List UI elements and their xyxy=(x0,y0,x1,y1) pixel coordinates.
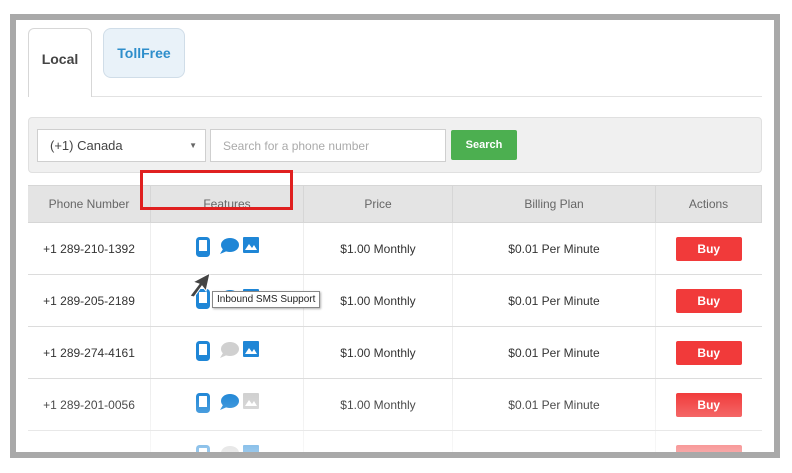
country-select-value: (+1) Canada xyxy=(50,138,123,153)
country-select[interactable]: (+1) Canada ▼ xyxy=(37,129,206,162)
sms-bubble-icon[interactable] xyxy=(219,341,239,359)
tab-local[interactable]: Local xyxy=(28,28,92,97)
phone-icon[interactable] xyxy=(195,445,211,452)
features-cell xyxy=(150,378,304,431)
phone-number-cell: +1 289-274-4161 xyxy=(28,326,151,379)
search-button[interactable]: Search xyxy=(451,130,517,160)
table-row: +1 289-201-0056 $1.00 Monthly $0.01 Per Mi… xyxy=(28,378,762,431)
billing-plan-cell: $0.01 Per Minute xyxy=(452,378,656,431)
sms-bubble-icon[interactable] xyxy=(219,237,239,255)
actions-cell: Buy xyxy=(655,222,762,275)
phone-number-cell: +1 289-274-4165 xyxy=(28,430,151,452)
phone-number-cell: +1 289-210-1392 xyxy=(28,222,151,275)
table-row: +1 289-274-4165 $1.00 Monthly $0.01 Per Mi… xyxy=(28,430,762,452)
features-cell xyxy=(150,222,304,275)
table-row: +1 289-210-1392 $1.00 Monthly $0.01 Per Mi… xyxy=(28,222,762,275)
image-icon[interactable] xyxy=(243,237,259,255)
table-row: +1 289-274-4161 $1.00 Monthly $0.01 Per Mi… xyxy=(28,326,762,379)
features-cell xyxy=(150,430,304,452)
image-icon[interactable] xyxy=(243,341,259,359)
image-icon[interactable] xyxy=(243,393,259,411)
feature-icons xyxy=(195,341,259,361)
feature-icons xyxy=(195,445,259,452)
phone-number-cell: +1 289-201-0056 xyxy=(28,378,151,431)
buy-button[interactable]: Buy xyxy=(675,392,742,417)
price-cell: $1.00 Monthly xyxy=(303,430,453,452)
header-actions: Actions xyxy=(655,185,762,223)
feature-icons xyxy=(195,393,259,413)
header-billing-plan: Billing Plan xyxy=(452,185,656,223)
numbers-table: Phone Number Features Price Billing Plan… xyxy=(28,185,762,452)
phone-icon[interactable] xyxy=(195,237,211,257)
phone-icon[interactable] xyxy=(195,341,211,361)
feature-icons xyxy=(195,237,259,257)
billing-plan-cell: $0.01 Per Minute xyxy=(452,274,656,327)
billing-plan-cell: $0.01 Per Minute xyxy=(452,222,656,275)
header-features: Features xyxy=(150,185,304,223)
billing-plan-cell: $0.01 Per Minute xyxy=(452,430,656,452)
sms-tooltip: Inbound SMS Support xyxy=(212,291,321,308)
table-row: +1 289-205-2189 $1.00 Monthly $0.01 Per Mi… xyxy=(28,274,762,327)
actions-cell: Buy xyxy=(655,326,762,379)
price-cell: $1.00 Monthly xyxy=(303,222,453,275)
buy-button[interactable]: Buy xyxy=(675,236,742,261)
mouse-cursor-icon xyxy=(189,272,211,298)
price-cell: $1.00 Monthly xyxy=(303,326,453,379)
tab-tollfree[interactable]: TollFree xyxy=(103,28,185,78)
chevron-down-icon: ▼ xyxy=(189,141,197,150)
actions-cell: Buy xyxy=(655,378,762,431)
phone-number-cell: +1 289-205-2189 xyxy=(28,274,151,327)
features-cell xyxy=(150,326,304,379)
billing-plan-cell: $0.01 Per Minute xyxy=(452,326,656,379)
phone-icon[interactable] xyxy=(195,393,211,413)
actions-cell: Buy xyxy=(655,430,762,452)
price-cell: $1.00 Monthly xyxy=(303,274,453,327)
table-header-row: Phone Number Features Price Billing Plan… xyxy=(28,185,762,223)
buy-button[interactable]: Buy xyxy=(675,288,742,313)
search-input[interactable] xyxy=(210,129,446,162)
price-cell: $1.00 Monthly xyxy=(303,378,453,431)
sms-bubble-icon[interactable] xyxy=(219,445,239,452)
buy-button[interactable]: Buy xyxy=(675,444,742,452)
sms-bubble-icon[interactable] xyxy=(219,393,239,411)
screenshot-frame: Local TollFree (+1) Canada ▼ Search Phon… xyxy=(10,14,780,458)
image-icon[interactable] xyxy=(243,445,259,452)
header-phone-number: Phone Number xyxy=(28,185,151,223)
buy-button[interactable]: Buy xyxy=(675,340,742,365)
number-type-tabs: Local TollFree xyxy=(28,28,762,97)
header-price: Price xyxy=(303,185,453,223)
search-bar: (+1) Canada ▼ Search xyxy=(28,117,762,173)
actions-cell: Buy xyxy=(655,274,762,327)
